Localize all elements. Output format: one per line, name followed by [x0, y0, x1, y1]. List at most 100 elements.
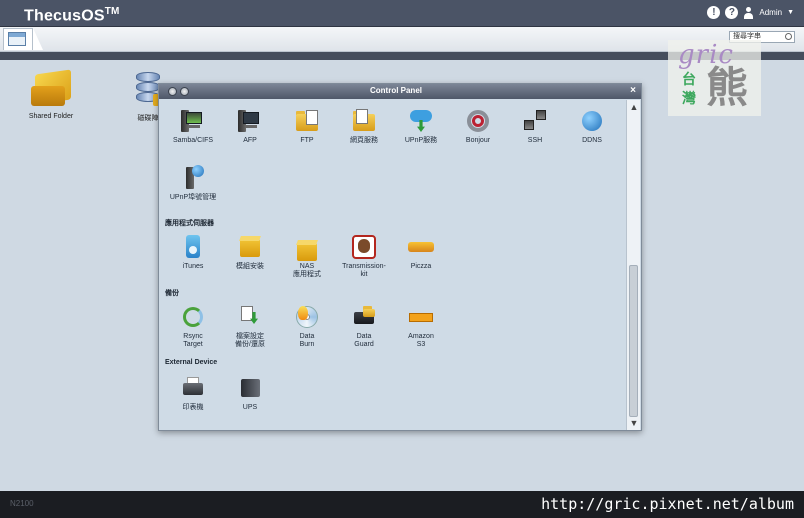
alert-icon[interactable]: ! — [707, 6, 721, 19]
scroll-thumb[interactable] — [629, 265, 638, 417]
cp-item-label-line2: 備份/還原 — [235, 341, 265, 348]
amazon-s3-icon — [408, 304, 434, 330]
cp-item-label-line2: 應用程式 — [293, 271, 321, 278]
cp-item-label-line2: S3 — [416, 341, 426, 348]
watermark-bear: 熊 — [706, 64, 749, 111]
gric-watermark-logo: gric 台灣 熊 — [668, 40, 761, 116]
cp-item-upnp[interactable]: UPnP服務 — [391, 108, 451, 145]
search-icon[interactable] — [785, 33, 792, 40]
desktop-icon-shared-folder[interactable]: Shared Folder — [21, 69, 81, 120]
itunes-icon — [180, 234, 206, 260]
model-label: N2100 — [10, 499, 34, 508]
user-icon[interactable] — [743, 6, 754, 19]
brand-logo: ThecusOSTM — [24, 6, 120, 25]
cp-item-upnp-port[interactable]: UPnP埠號管理 — [163, 165, 223, 202]
cp-item-label: 印表機 — [182, 404, 204, 411]
cp-item-ddns[interactable]: DDNS — [562, 108, 622, 145]
samba-icon — [180, 108, 206, 134]
cp-item-label: Rsync — [183, 333, 203, 340]
config-backup-icon — [237, 304, 263, 330]
cp-item-module-install[interactable]: 模組安裝 — [220, 234, 280, 271]
cp-item-printer[interactable]: 印表機 — [163, 375, 223, 412]
control-panel-taskbar-tab[interactable] — [3, 28, 33, 50]
afp-icon — [237, 108, 263, 134]
vertical-scrollbar[interactable]: ▲ ▼ — [626, 100, 640, 430]
section-title-backup: 備份 — [165, 290, 179, 297]
cp-item-label-line2: Burn — [299, 341, 315, 348]
bonjour-icon — [465, 108, 491, 134]
cp-item-label: FTP — [300, 137, 314, 144]
cp-item-label: 檔案設定 — [236, 333, 264, 340]
cp-item-label-line2: Guard — [354, 341, 374, 348]
cp-item-ftp[interactable]: FTP — [277, 108, 337, 145]
cp-item-label: Transmission- — [342, 263, 386, 270]
user-menu-label[interactable]: Admin — [759, 8, 782, 17]
cp-item-label: NAS — [299, 263, 315, 270]
ups-icon — [237, 375, 263, 401]
cp-item-nas-app[interactable]: NAS 應用程式 — [277, 234, 337, 279]
printer-icon — [180, 375, 206, 401]
top-bar: ThecusOSTM ! ? Admin ▼ — [0, 0, 804, 27]
rsync-icon — [180, 304, 206, 330]
cp-item-label: AFP — [243, 137, 257, 144]
cp-item-itunes[interactable]: iTunes — [163, 234, 223, 271]
ssh-icon — [522, 108, 548, 134]
cp-item-label: Data — [356, 333, 372, 340]
cp-item-label: 模組安裝 — [236, 263, 264, 270]
bottom-bar: N2100 http://gric.pixnet.net/album — [0, 491, 804, 518]
control-panel-body: Samba/CIFS AFP FTP 網頁服務 UPnP服務 Bonjour S… — [160, 100, 626, 430]
watermark-url: http://gric.pixnet.net/album — [541, 495, 794, 513]
cp-item-rsync[interactable]: Rsync Target — [163, 304, 223, 349]
cp-item-label: iTunes — [182, 263, 204, 270]
cp-item-label: Samba/CIFS — [172, 137, 214, 144]
control-panel-window: Control Panel × Samba/CIFS AFP FTP 網頁服務 … — [158, 83, 642, 431]
folder-icon — [29, 69, 73, 110]
watermark-taiwan: 台灣 — [682, 71, 696, 106]
cp-item-afp[interactable]: AFP — [220, 108, 280, 145]
cp-item-label: 網頁服務 — [350, 137, 378, 144]
cp-item-label-line2: Target — [183, 341, 203, 348]
window-icon — [8, 32, 26, 46]
cp-item-label: UPnP埠號管理 — [169, 194, 217, 201]
upnp-port-icon — [180, 165, 206, 191]
transmission-icon — [351, 234, 377, 260]
cp-item-config-backup[interactable]: 檔案設定 備份/還原 — [220, 304, 280, 349]
chevron-down-icon[interactable]: ▼ — [627, 417, 641, 429]
cp-item-piczza[interactable]: Piczza — [391, 234, 451, 271]
cp-item-label: Amazon — [408, 333, 434, 340]
cp-item-label: DDNS — [582, 137, 602, 144]
desktop-icon-label: Shared Folder — [28, 113, 74, 120]
window-title: Control Panel — [369, 86, 422, 95]
tab-divider — [33, 28, 43, 50]
top-icons: ! ? Admin ▼ — [707, 6, 794, 19]
cp-item-amazon-s3[interactable]: Amazon S3 — [391, 304, 451, 349]
cp-item-label-line2: kit — [360, 271, 368, 278]
close-icon[interactable]: × — [630, 85, 636, 96]
ddns-icon — [579, 108, 605, 134]
ftp-icon — [294, 108, 320, 134]
section-title-external-device: External Device — [165, 359, 218, 366]
upnp-icon — [408, 108, 434, 134]
help-icon[interactable]: ? — [725, 6, 739, 19]
cp-item-web-service[interactable]: 網頁服務 — [334, 108, 394, 145]
cp-item-bonjour[interactable]: Bonjour — [448, 108, 508, 145]
cp-item-data-burn[interactable]: Data Burn — [277, 304, 337, 349]
cp-item-transmission[interactable]: Transmission- kit — [334, 234, 394, 279]
cp-item-label: SSH — [527, 137, 543, 144]
window-title-bar[interactable]: Control Panel × — [159, 84, 641, 99]
cp-item-ssh[interactable]: SSH — [505, 108, 565, 145]
piczza-icon — [408, 234, 434, 260]
cp-item-label: UPnP服務 — [404, 137, 438, 144]
cp-item-samba[interactable]: Samba/CIFS — [163, 108, 223, 145]
chevron-up-icon[interactable]: ▲ — [627, 101, 641, 113]
module-install-icon — [237, 234, 263, 260]
cp-item-label: Piczza — [410, 263, 432, 270]
cp-item-ups[interactable]: UPS — [220, 375, 280, 412]
cp-item-label: Data — [299, 333, 315, 340]
web-service-icon — [351, 108, 377, 134]
section-title-app-server: 應用程式伺服器 — [165, 220, 214, 227]
data-burn-icon — [294, 304, 320, 330]
cp-item-data-guard[interactable]: Data Guard — [334, 304, 394, 349]
nas-app-icon — [294, 234, 320, 261]
chevron-down-icon[interactable]: ▼ — [787, 9, 794, 16]
